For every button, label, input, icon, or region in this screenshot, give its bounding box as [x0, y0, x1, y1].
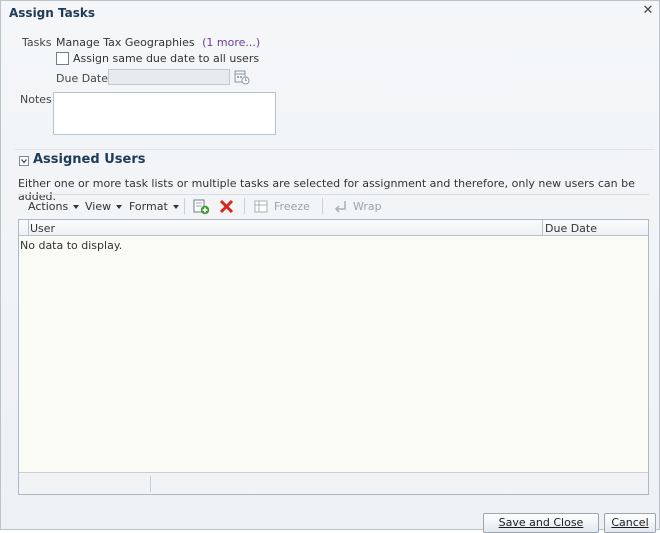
- more-tasks-link[interactable]: (1 more...): [202, 36, 260, 49]
- tasks-name: Manage Tax Geographies: [56, 36, 195, 49]
- save-and-close-label: Save and Close: [498, 516, 584, 529]
- chevron-down-icon: [116, 205, 123, 209]
- cancel-label: Cancel: [611, 516, 649, 529]
- empty-table-message: No data to display.: [20, 239, 123, 252]
- due-date-label: Due Date: [56, 72, 108, 85]
- same-due-date-label: Assign same due date to all users: [73, 52, 260, 65]
- dialog-title: Assign Tasks: [9, 6, 95, 20]
- notes-label: Notes: [20, 93, 52, 106]
- collapse-icon[interactable]: [19, 156, 29, 166]
- cancel-button[interactable]: Cancel: [604, 513, 656, 533]
- delete-icon[interactable]: [218, 198, 235, 215]
- column-divider: [28, 220, 29, 236]
- column-header-user[interactable]: User: [30, 222, 55, 235]
- table-footer: [19, 472, 648, 494]
- toolbar-divider: [322, 198, 323, 214]
- freeze-icon[interactable]: [254, 198, 269, 215]
- calendar-icon[interactable]: [234, 69, 250, 85]
- toolbar-divider: [244, 198, 245, 214]
- chevron-down-icon: [73, 205, 80, 209]
- close-icon[interactable]: ✕: [641, 4, 655, 18]
- toolbar-divider: [184, 198, 185, 214]
- wrap-icon[interactable]: [333, 198, 348, 215]
- tasks-label: Tasks: [22, 36, 52, 49]
- same-due-date-checkbox[interactable]: [56, 52, 69, 65]
- wrap-button[interactable]: Wrap: [353, 200, 382, 213]
- table-toolbar: Actions View Format Freeze Wrap: [18, 194, 649, 218]
- column-divider: [542, 220, 543, 236]
- view-menu[interactable]: View: [85, 200, 123, 213]
- actions-menu[interactable]: Actions: [28, 200, 80, 213]
- assigned-users-title: Assigned Users: [33, 152, 146, 167]
- view-label: View: [85, 200, 112, 213]
- notes-textarea[interactable]: [53, 92, 276, 135]
- tasks-value: Manage Tax Geographies (1 more...): [56, 36, 260, 49]
- table-header: User Due Date: [19, 220, 648, 236]
- column-header-due-date[interactable]: Due Date: [545, 222, 597, 235]
- actions-label: Actions: [28, 200, 69, 213]
- assigned-users-table: User Due Date No data to display.: [18, 219, 649, 495]
- chevron-down-icon: [172, 205, 179, 209]
- freeze-button[interactable]: Freeze: [274, 200, 310, 213]
- format-menu[interactable]: Format: [129, 200, 179, 213]
- save-and-close-button[interactable]: Save and Close: [483, 513, 599, 533]
- format-label: Format: [129, 200, 168, 213]
- add-icon[interactable]: [193, 198, 210, 215]
- footer-divider: [150, 476, 151, 492]
- assigned-users-header: Assigned Users: [15, 149, 655, 171]
- assign-tasks-dialog: Assign Tasks ✕ Tasks Manage Tax Geograph…: [0, 0, 660, 533]
- due-date-input[interactable]: [108, 69, 230, 85]
